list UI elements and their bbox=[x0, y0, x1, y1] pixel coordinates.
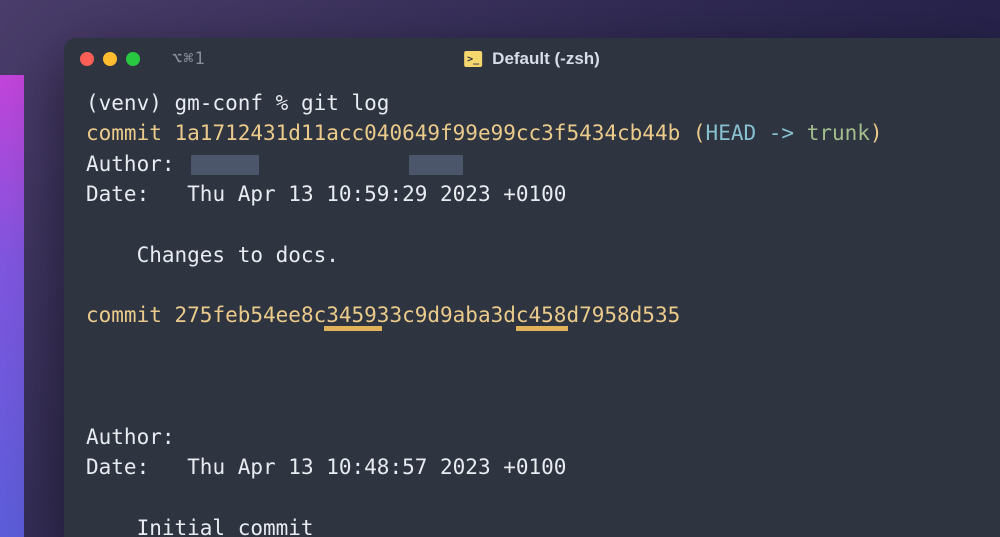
prompt-line: (venv) gm-conf % git log bbox=[86, 88, 978, 118]
redacted-author-name bbox=[191, 155, 259, 175]
ref-close: ) bbox=[870, 121, 883, 145]
commit-hash: 1a1712431d11acc040649f99e99cc3f5434cb44b bbox=[175, 121, 681, 145]
ref-head: HEAD -> bbox=[706, 121, 807, 145]
blank-line bbox=[86, 270, 978, 300]
commit-message: Initial commit bbox=[86, 513, 978, 537]
commit-header: commit 1a1712431d11acc040649f99e99cc3f54… bbox=[86, 118, 978, 148]
close-button[interactable] bbox=[80, 52, 94, 66]
minimize-button[interactable] bbox=[103, 52, 117, 66]
date-line: Date: Thu Apr 13 10:59:29 2023 +0100 bbox=[86, 179, 978, 209]
terminal-window: ⌥⌘1 >_ Default (-zsh) (venv) gm-conf % g… bbox=[64, 38, 1000, 537]
author-line: Author: bbox=[86, 422, 978, 452]
date-value: Thu Apr 13 10:48:57 2023 +0100 bbox=[187, 455, 566, 479]
date-label: Date: bbox=[86, 455, 187, 479]
author-label: Author: bbox=[86, 152, 187, 176]
tab-shortcut-hint: ⌥⌘1 bbox=[172, 49, 206, 69]
redacted-author-email bbox=[409, 155, 463, 175]
maximize-button[interactable] bbox=[126, 52, 140, 66]
tab-shortcut-text: ⌘1 bbox=[183, 49, 205, 69]
ref-open: ( bbox=[680, 121, 705, 145]
author-line: Author: bbox=[86, 149, 978, 179]
commit-label: commit bbox=[86, 303, 175, 327]
date-label: Date: bbox=[86, 182, 187, 206]
date-line: Date: Thu Apr 13 10:48:57 2023 +0100 bbox=[86, 452, 978, 482]
ref-branch: trunk bbox=[807, 121, 870, 145]
blank-line bbox=[86, 210, 978, 240]
keyboard-icon: ⌥ bbox=[172, 49, 183, 69]
window-title-group: >_ Default (-zsh) bbox=[464, 49, 600, 69]
commit-label: commit bbox=[86, 121, 175, 145]
desktop-background-stripe bbox=[0, 75, 24, 537]
commit-header: commit 275feb54ee8c345933c9d9aba3dc458d7… bbox=[86, 300, 978, 422]
highlight-underline bbox=[324, 326, 382, 331]
commit-hash: 275feb54ee8c345933c9d9aba3dc458d7958d535 bbox=[175, 303, 681, 327]
traffic-lights bbox=[80, 52, 140, 66]
blank-line bbox=[86, 483, 978, 513]
command-text: git log bbox=[301, 91, 390, 115]
window-titlebar[interactable]: ⌥⌘1 >_ Default (-zsh) bbox=[64, 38, 1000, 80]
prompt-prefix: (venv) gm-conf % bbox=[86, 91, 301, 115]
terminal-output[interactable]: (venv) gm-conf % git log commit 1a171243… bbox=[64, 80, 1000, 537]
date-value: Thu Apr 13 10:59:29 2023 +0100 bbox=[187, 182, 566, 206]
highlight-underline bbox=[516, 326, 568, 331]
window-title: Default (-zsh) bbox=[492, 49, 600, 69]
terminal-icon: >_ bbox=[464, 51, 482, 67]
commit-message: Changes to docs. bbox=[86, 240, 978, 270]
